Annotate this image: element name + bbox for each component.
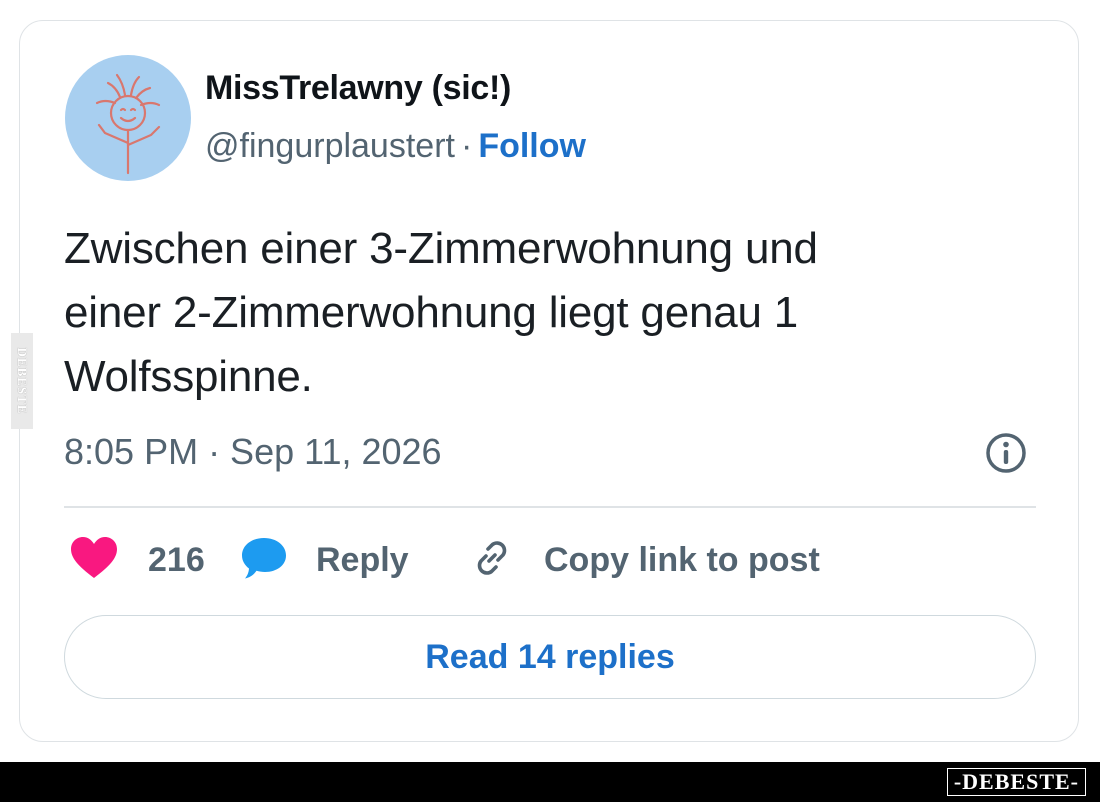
read-replies-button[interactable]: Read 14 replies: [64, 615, 1036, 699]
speech-bubble-icon: [240, 536, 288, 585]
author-name[interactable]: MissTrelawny (sic!): [205, 69, 511, 108]
reply-label: Reply: [316, 540, 409, 579]
logo-text: -DEBESTE-: [953, 769, 1079, 794]
tweet-timestamp[interactable]: 8:05 PM · Sep 11, 2026: [64, 431, 442, 473]
avatar-drawing: [95, 73, 161, 175]
tweet-card: MissTrelawny (sic!) @fingurplaustert · Fol…: [19, 20, 1079, 742]
follow-button[interactable]: Follow: [478, 127, 586, 165]
debeste-logo: -DEBESTE-: [946, 768, 1086, 796]
avatar[interactable]: [65, 55, 191, 181]
tweet-text-line: einer 2-Zimmerwohnung liegt genau 1: [64, 288, 799, 337]
tweet-text-line: Zwischen einer 3-Zimmerwohnung und: [64, 224, 818, 273]
author-handle[interactable]: @fingurplaustert: [205, 127, 455, 165]
like-button[interactable]: 216: [70, 536, 240, 584]
heart-icon: [70, 536, 118, 584]
reply-button[interactable]: Reply: [240, 536, 468, 585]
link-icon: [468, 534, 516, 587]
tweet-text: Zwischen einer 3-Zimmerwohnung und einer…: [64, 217, 1044, 409]
like-count: 216: [148, 540, 205, 579]
divider: [64, 506, 1036, 508]
copy-link-button[interactable]: Copy link to post: [468, 534, 820, 587]
tweet-text-line: Wolfsspinne.: [64, 352, 313, 401]
separator-dot: ·: [460, 127, 473, 165]
side-watermark-text: DEBESTE: [15, 347, 30, 415]
side-watermark: DEBESTE: [11, 333, 33, 429]
info-circle-icon[interactable]: [984, 431, 1028, 475]
copy-link-label: Copy link to post: [544, 540, 820, 579]
action-bar: 216 Reply Copy link to post: [70, 536, 820, 584]
handle-row: @fingurplaustert · Follow: [205, 127, 586, 166]
bottom-bar: -DEBESTE-: [0, 762, 1100, 802]
